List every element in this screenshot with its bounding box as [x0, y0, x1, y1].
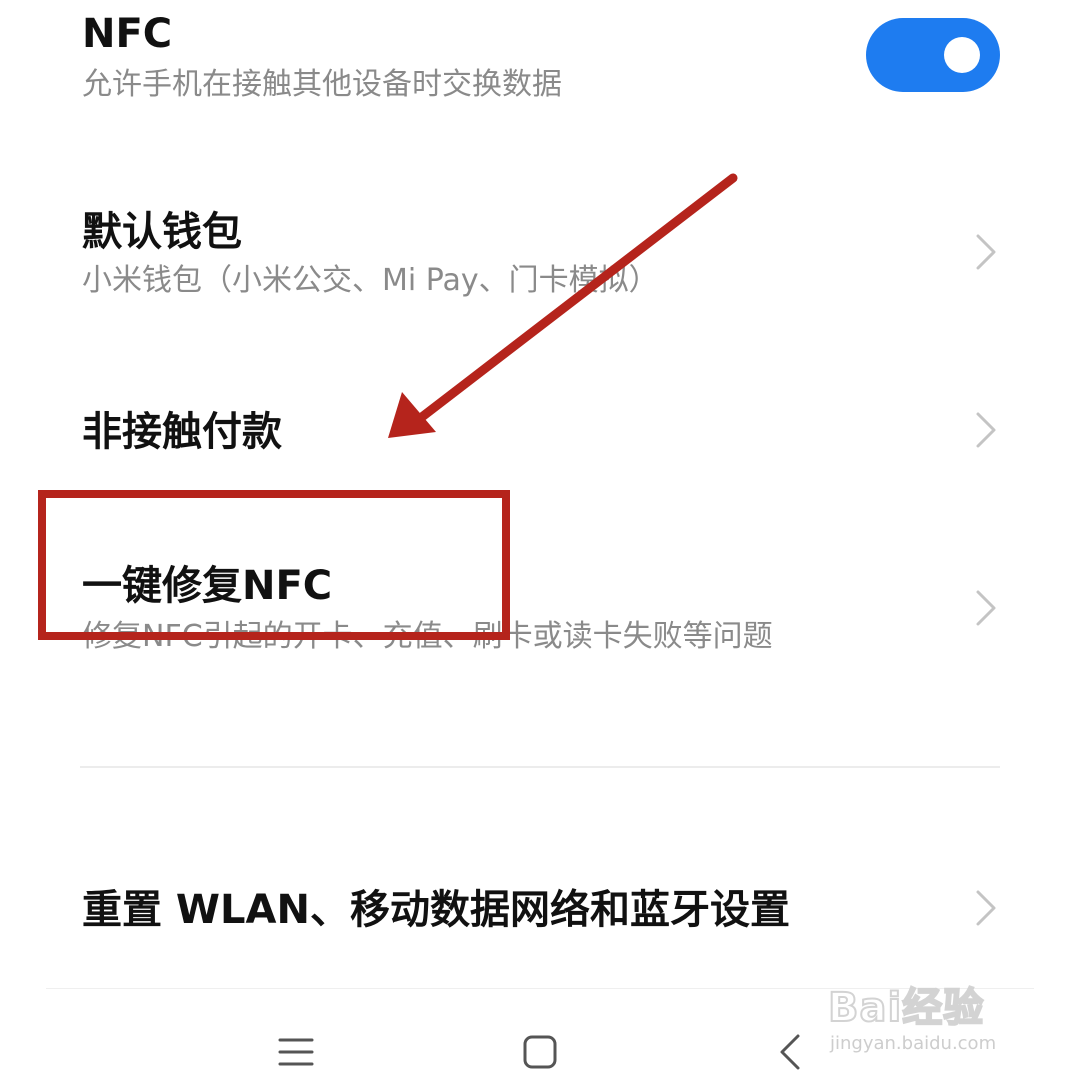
watermark-url: jingyan.baidu.com: [830, 1033, 997, 1054]
menu-icon[interactable]: [276, 1030, 316, 1074]
reset-network-title: 重置 WLAN、移动数据网络和蓝牙设置: [82, 887, 790, 933]
contactless-payment-title: 非接触付款: [82, 409, 282, 455]
default-wallet-title: 默认钱包: [82, 209, 242, 255]
chevron-right-icon: [976, 234, 996, 270]
nfc-title: NFC: [82, 11, 173, 57]
toggle-knob: [944, 37, 980, 73]
default-wallet-subtitle: 小米钱包（小米公交、Mi Pay、门卡模拟）: [82, 263, 659, 298]
nfc-setting-row[interactable]: NFC 允许手机在接触其他设备时交换数据: [0, 0, 1080, 120]
repair-nfc-row[interactable]: 一键修复NFC 修复NFC引起的开卡、充值、刷卡或读卡失败等问题: [0, 530, 1080, 690]
watermark-logo: Bai经验: [827, 984, 985, 1032]
back-icon[interactable]: [772, 1030, 812, 1074]
default-wallet-row[interactable]: 默认钱包 小米钱包（小米公交、Mi Pay、门卡模拟）: [0, 170, 1080, 330]
chevron-right-icon: [976, 590, 996, 626]
contactless-payment-row[interactable]: 非接触付款: [0, 370, 1080, 490]
chevron-right-icon: [976, 412, 996, 448]
baidu-jingyan-watermark: Bai经验 jingyan.baidu.com: [827, 965, 1048, 1060]
nfc-toggle[interactable]: [866, 18, 1000, 92]
reset-network-row[interactable]: 重置 WLAN、移动数据网络和蓝牙设置: [0, 850, 1080, 970]
repair-nfc-subtitle: 修复NFC引起的开卡、充值、刷卡或读卡失败等问题: [82, 619, 773, 654]
repair-nfc-title: 一键修复NFC: [82, 563, 333, 609]
nfc-subtitle: 允许手机在接触其他设备时交换数据: [82, 67, 562, 102]
chevron-right-icon: [976, 890, 996, 926]
home-icon[interactable]: [520, 1030, 560, 1074]
section-divider: [80, 766, 1000, 768]
